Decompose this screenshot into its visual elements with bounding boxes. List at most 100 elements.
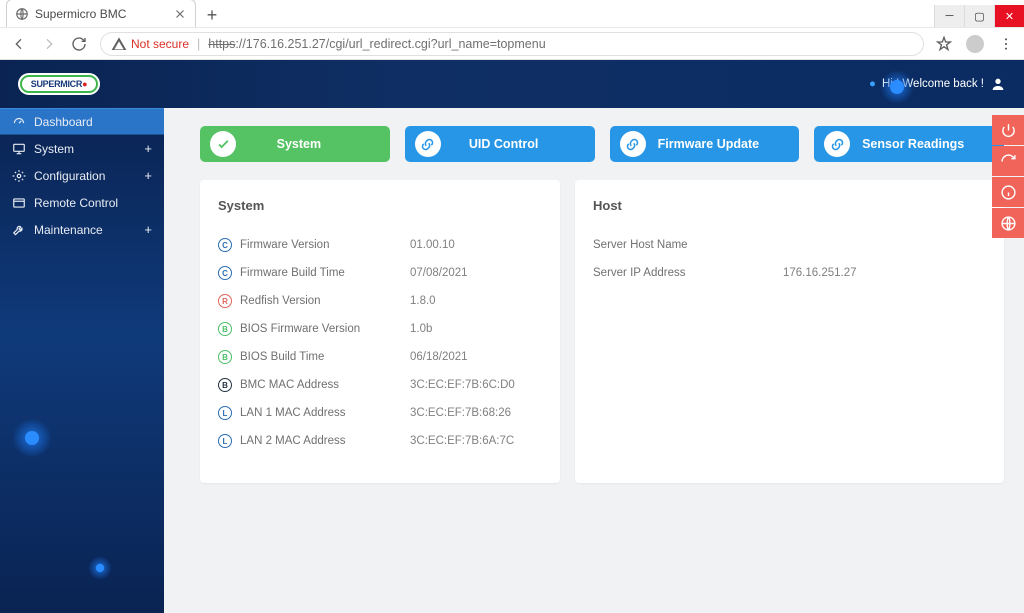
panel-title: System [218, 198, 542, 213]
card-uid-control[interactable]: UID Control [405, 126, 595, 162]
sidebar-item-system[interactable]: System + [0, 135, 164, 162]
user-icon[interactable] [990, 76, 1006, 92]
power-button[interactable] [992, 115, 1024, 145]
info-label: Firmware Version [240, 239, 410, 251]
card-label: Sensor Readings [854, 137, 994, 151]
info-label: BIOS Firmware Version [240, 323, 410, 335]
info-value: 176.16.251.27 [783, 267, 857, 279]
expand-icon: + [144, 141, 152, 156]
sidebar-item-remote-control[interactable]: Remote Control [0, 189, 164, 216]
info-value: 1.0b [410, 323, 432, 335]
info-row: C Firmware Build Time07/08/2021 [218, 259, 542, 287]
indicator-icon: C [218, 238, 232, 252]
sidebar-item-dashboard[interactable]: Dashboard [0, 108, 164, 135]
card-sensor-readings[interactable]: Sensor Readings [814, 126, 1004, 162]
tab-title: Supermicro BMC [35, 7, 126, 21]
info-row: B BIOS Build Time06/18/2021 [218, 343, 542, 371]
sidebar-item-label: System [34, 142, 74, 156]
card-label: UID Control [445, 137, 585, 151]
dashboard-cards: System UID Control Firmware Update Sensor R… [200, 126, 1004, 162]
close-icon[interactable] [173, 7, 187, 21]
sidebar-item-label: Remote Control [34, 196, 118, 210]
card-firmware-update[interactable]: Firmware Update [610, 126, 800, 162]
window-controls: ─ ▢ ✕ [934, 5, 1024, 27]
info-row: BBMC MAC Address3C:EC:EF:7B:6C:D0 [218, 371, 542, 399]
sidebar-item-maintenance[interactable]: Maintenance + [0, 216, 164, 243]
forward-button[interactable] [40, 35, 58, 53]
info-value: 01.00.10 [410, 239, 455, 251]
info-row: LLAN 2 MAC Address3C:EC:EF:7B:6A:7C [218, 427, 542, 455]
link-icon [415, 131, 441, 157]
panel-title: Host [593, 198, 986, 213]
card-system[interactable]: System [200, 126, 390, 162]
browser-addressbar: Not secure | https://176.16.251.27/cgi/u… [0, 28, 1024, 60]
globe-icon [15, 7, 29, 21]
logo[interactable]: SUPERMICR● [18, 73, 100, 95]
info-label: Server Host Name [593, 239, 783, 251]
indicator-icon: R [218, 294, 232, 308]
floating-toolbar [992, 115, 1024, 239]
check-icon [210, 131, 236, 157]
close-window-button[interactable]: ✕ [994, 5, 1024, 27]
info-row: R Redfish Version1.8.0 [218, 287, 542, 315]
not-secure-label: Not secure [131, 37, 189, 51]
info-value: 3C:EC:EF:7B:68:26 [410, 407, 511, 419]
refresh-button[interactable] [992, 146, 1024, 176]
sidebar: Dashboard System + Configuration + Remote Con… [0, 108, 164, 613]
indicator-icon: L [218, 434, 232, 448]
indicator-icon: C [218, 266, 232, 280]
back-button[interactable] [10, 35, 28, 53]
profile-avatar[interactable] [966, 35, 984, 53]
reload-button[interactable] [70, 35, 88, 53]
info-value: 3C:EC:EF:7B:6A:7C [410, 435, 514, 447]
indicator-icon: B [218, 322, 232, 336]
sidebar-item-label: Maintenance [34, 223, 103, 237]
main-content: System UID Control Firmware Update Sensor R… [164, 108, 1024, 613]
page: SUPERMICR● ● Hi ! Welcome back ! Dashboa… [0, 60, 1024, 613]
card-label: Firmware Update [650, 137, 790, 151]
card-label: System [240, 137, 380, 151]
not-secure-badge: Not secure [111, 36, 189, 52]
info-label: BMC MAC Address [240, 379, 410, 391]
expand-icon: + [144, 168, 152, 183]
menu-icon[interactable] [998, 36, 1014, 52]
info-label: Redfish Version [240, 295, 410, 307]
decorative-glow [12, 418, 52, 458]
link-icon [620, 131, 646, 157]
info-value: 1.8.0 [410, 295, 436, 307]
info-row: B BIOS Firmware Version1.0b [218, 315, 542, 343]
app-header: SUPERMICR● ● Hi ! Welcome back ! [0, 60, 1024, 108]
separator: | [197, 37, 200, 51]
indicator-icon: B [218, 378, 232, 392]
info-value: 07/08/2021 [410, 267, 468, 279]
url-text: https://176.16.251.27/cgi/url_redirect.c… [208, 37, 545, 51]
language-button[interactable] [992, 208, 1024, 238]
new-tab-button[interactable]: + [200, 3, 224, 27]
browser-titlebar: Supermicro BMC + ─ ▢ ✕ [0, 0, 1024, 28]
info-row: C Firmware Version01.00.10 [218, 231, 542, 259]
link-icon [824, 131, 850, 157]
host-panel: Host Server Host Name Server IP Address17… [575, 180, 1004, 483]
indicator-icon: L [218, 406, 232, 420]
sidebar-item-label: Configuration [34, 169, 105, 183]
indicator-icon: B [218, 350, 232, 364]
sidebar-item-configuration[interactable]: Configuration + [0, 162, 164, 189]
info-label: Server IP Address [593, 267, 783, 279]
maximize-button[interactable]: ▢ [964, 5, 994, 27]
expand-icon: + [144, 222, 152, 237]
browser-tab[interactable]: Supermicro BMC [6, 0, 196, 27]
star-icon[interactable] [936, 36, 952, 52]
info-value: 06/18/2021 [410, 351, 468, 363]
info-label: Firmware Build Time [240, 267, 410, 279]
info-button[interactable] [992, 177, 1024, 207]
info-row: Server Host Name [593, 231, 986, 259]
url-box[interactable]: Not secure | https://176.16.251.27/cgi/u… [100, 32, 924, 56]
minimize-button[interactable]: ─ [934, 5, 964, 27]
info-row: L LAN 1 MAC Address3C:EC:EF:7B:68:26 [218, 399, 542, 427]
info-label: BIOS Build Time [240, 351, 410, 363]
decorative-glow [88, 556, 112, 580]
info-label: LAN 1 MAC Address [240, 407, 410, 419]
decorative-glow [880, 70, 914, 104]
sidebar-item-label: Dashboard [34, 115, 93, 129]
system-panel: System C Firmware Version01.00.10 C Firmwar… [200, 180, 560, 483]
